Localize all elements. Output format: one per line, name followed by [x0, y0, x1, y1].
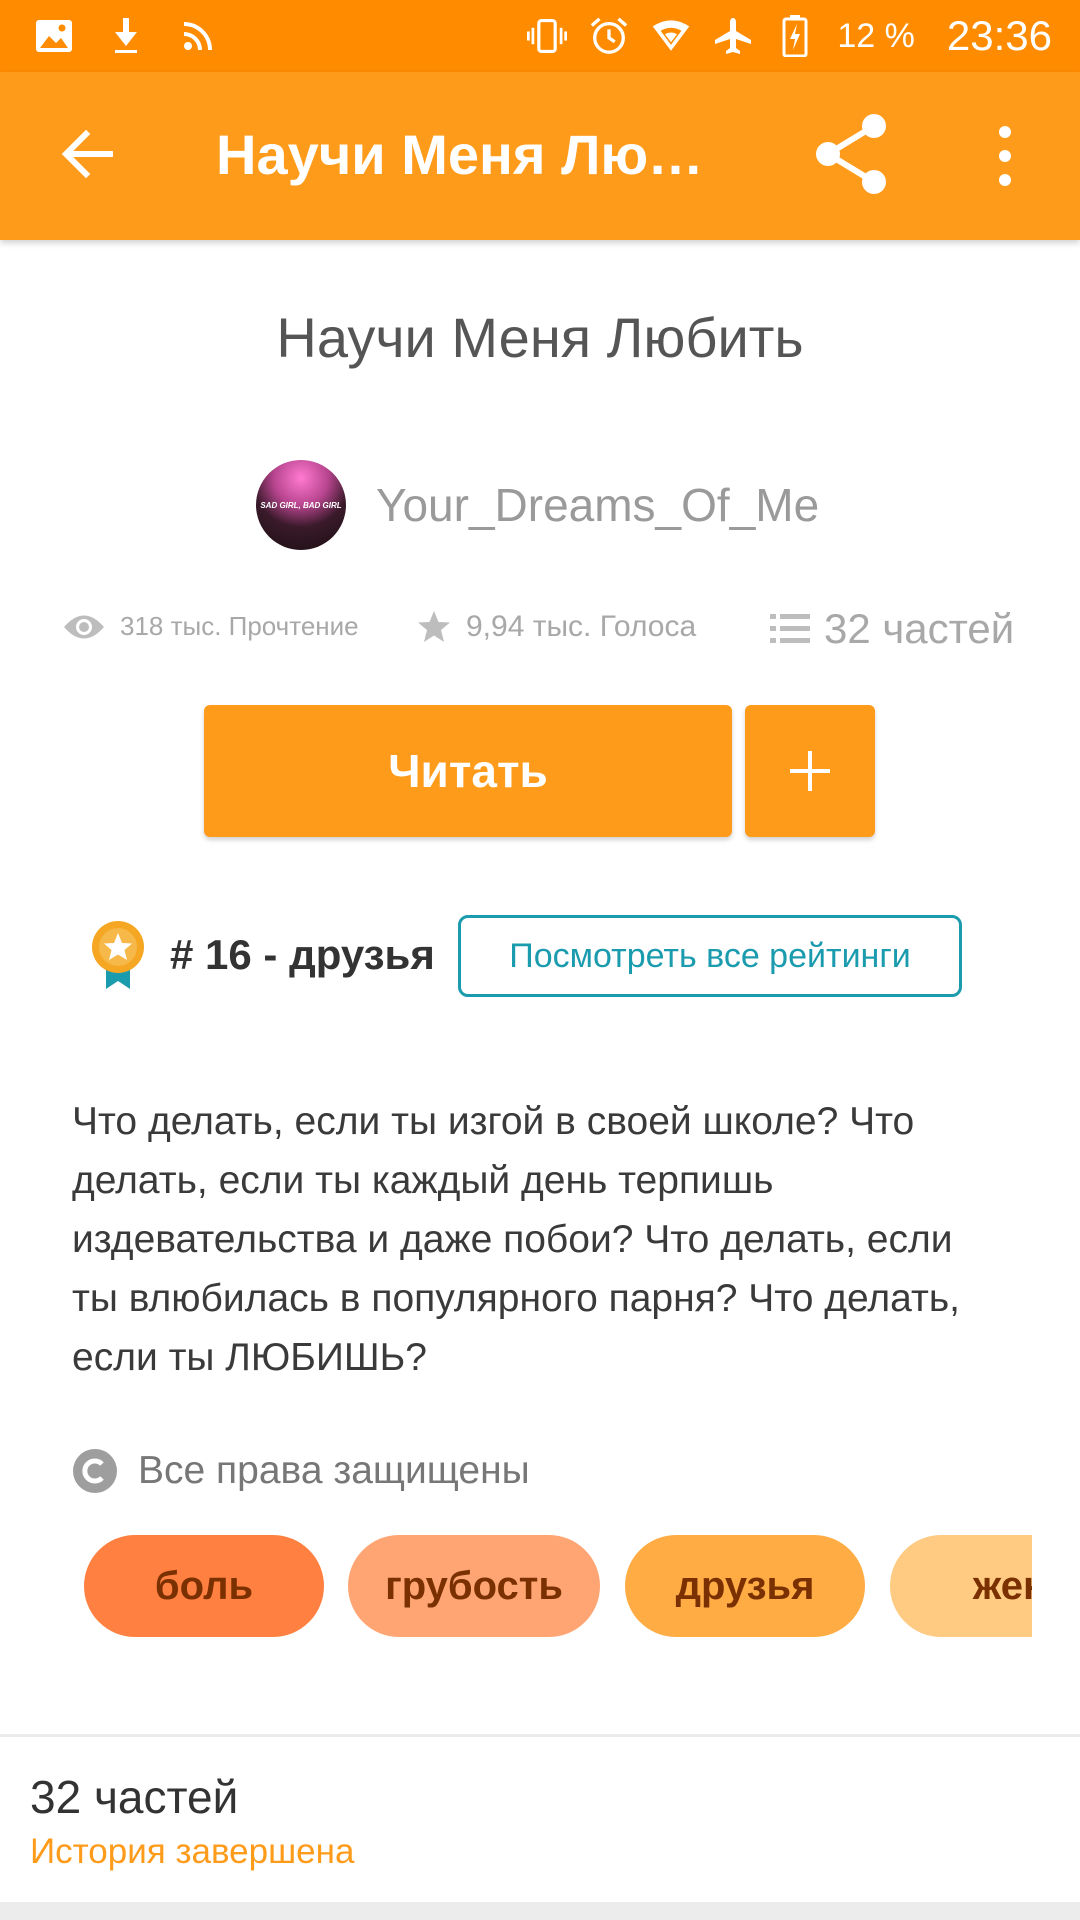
copyright-text: Все права защищены [138, 1449, 530, 1492]
reads-stat: 318 тыс. Прочтение [62, 611, 359, 642]
parts-count-stat: 32 частей [824, 605, 1015, 652]
share-icon[interactable] [810, 112, 894, 196]
eye-icon [64, 615, 104, 638]
add-to-library-button[interactable] [745, 705, 875, 837]
medal-icon [92, 921, 144, 989]
tag-pill[interactable]: боль [84, 1535, 324, 1637]
divider [0, 1734, 1080, 1737]
tags-row: боль грубость друзья жен [84, 1535, 1032, 1637]
app-bar-title: Научи Меня Любить [216, 123, 736, 186]
parts-summary[interactable]: 32 частей История завершена [30, 1770, 354, 1872]
story-stats: 318 тыс. Прочтение 9,94 тыс. Голоса 32 ч… [0, 605, 1080, 661]
parts-count: 32 частей [30, 1771, 239, 1823]
story-title: Научи Меня Любить [276, 306, 804, 369]
author-row[interactable]: SAD GIRL, BAD GIRL Your_Dreams_Of_Me [256, 460, 819, 550]
tag-pill[interactable]: друзья [625, 1535, 865, 1637]
story-description: Что делать, если ты изгой в своей школе?… [72, 1100, 960, 1379]
read-button[interactable]: Читать [204, 705, 732, 837]
rss-feed-icon [178, 16, 218, 56]
airplane-mode-icon [713, 16, 753, 56]
tag-pill[interactable]: грубость [348, 1535, 600, 1637]
image-notification-icon [34, 16, 74, 56]
votes-count: 9,94 тыс. Голоса [466, 610, 697, 643]
battery-charging-icon [775, 15, 815, 57]
bottom-strip [0, 1902, 1080, 1920]
ranking-badge: # 16 - друзья [88, 915, 435, 995]
download-notification-icon [106, 16, 146, 56]
tag-pill[interactable]: жен [890, 1535, 1032, 1637]
parts-stat: 32 частей [770, 605, 1014, 653]
avatar-caption: SAD GIRL, BAD GIRL [260, 500, 342, 510]
rank-label: # 16 - друзья [170, 931, 435, 978]
author-avatar[interactable]: SAD GIRL, BAD GIRL [256, 460, 346, 550]
reads-count: 318 тыс. Прочтение [120, 611, 359, 641]
votes-stat: 9,94 тыс. Голоса [416, 609, 696, 645]
more-vert-icon[interactable] [990, 116, 1020, 196]
status-bar: 12 % 23:36 [0, 0, 1080, 72]
clock: 23:36 [946, 12, 1052, 59]
plus-icon [790, 751, 830, 791]
list-icon [770, 614, 810, 643]
alarm-icon [589, 16, 629, 56]
app-bar: Научи Меня Любить [0, 72, 1080, 240]
copyright-row: Все права защищены [72, 1448, 530, 1494]
author-name[interactable]: Your_Dreams_Of_Me [376, 478, 819, 532]
battery-percent: 12 % [837, 16, 915, 55]
wifi-icon [651, 16, 691, 56]
vibrate-icon [527, 16, 568, 56]
back-arrow-icon[interactable] [56, 122, 120, 186]
copyright-icon [73, 1449, 117, 1493]
view-all-rankings-button[interactable]: Посмотреть все рейтинги [458, 915, 962, 997]
story-status: История завершена [30, 1832, 355, 1871]
star-icon [418, 611, 450, 642]
